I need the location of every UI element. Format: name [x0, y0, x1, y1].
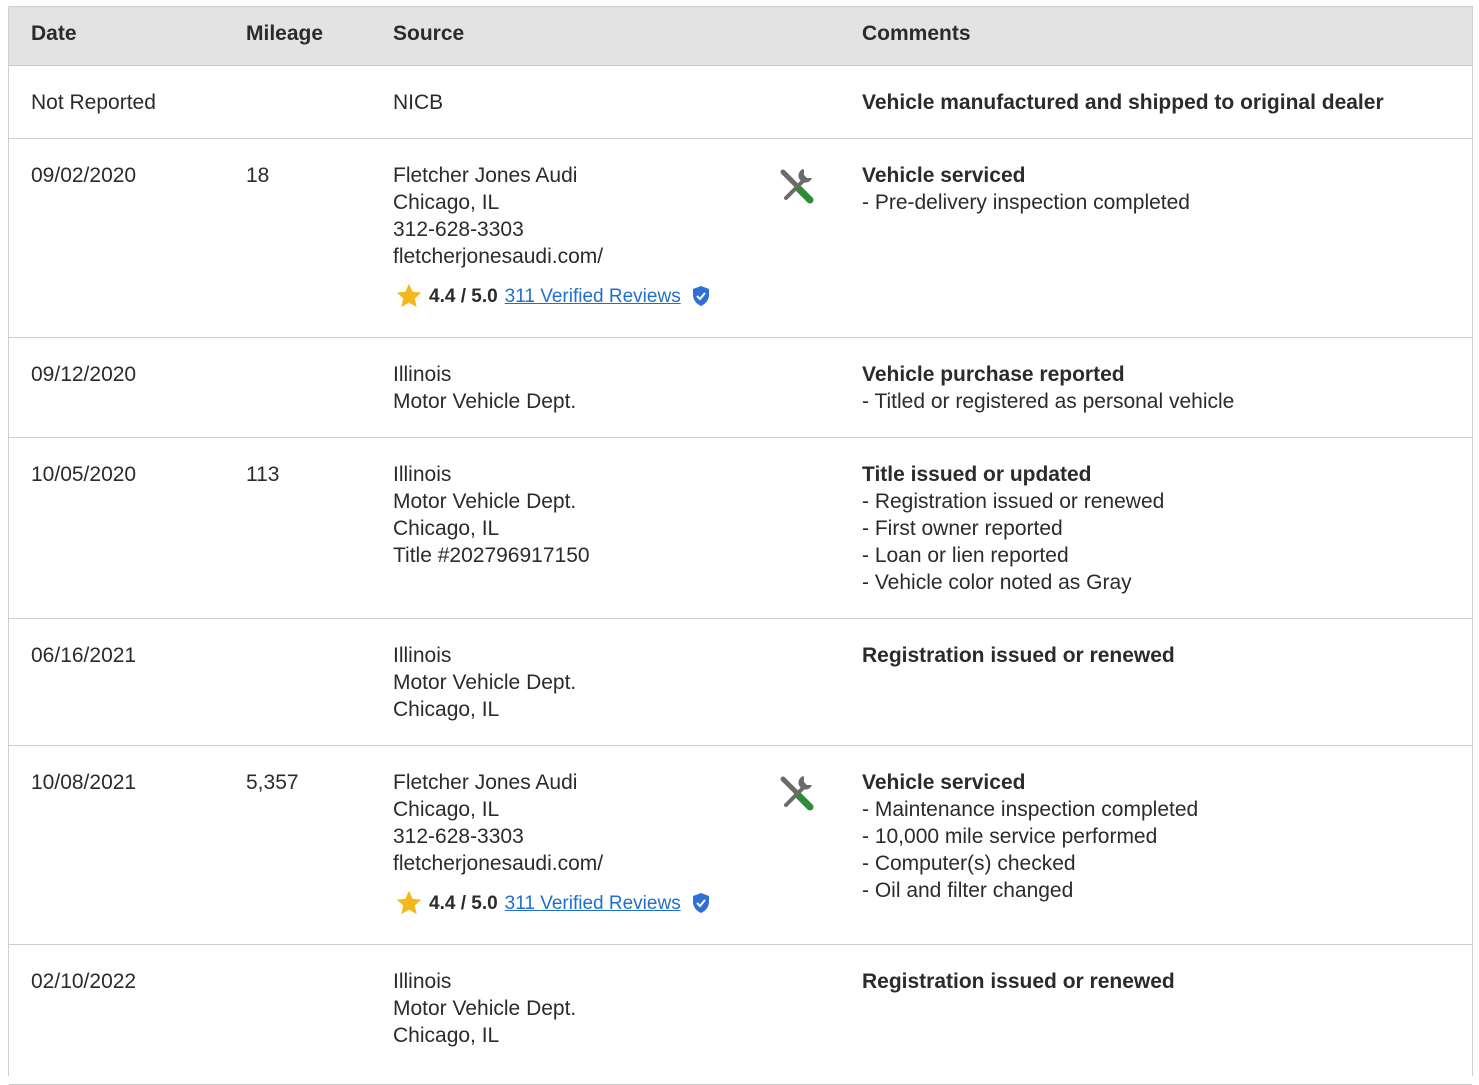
date-value: 06/16/2021 — [31, 644, 137, 667]
date-value: 10/08/2021 — [31, 771, 137, 794]
mileage-value: 5,357 — [246, 771, 299, 794]
date-cell: 09/12/2020 — [31, 361, 136, 388]
date-cell: Not Reported — [31, 89, 156, 116]
source-line: Chicago, IL — [393, 517, 500, 540]
comment-item: - Oil and filter changed — [862, 879, 1074, 902]
source-cell: Fletcher Jones Audi Chicago, IL 312-628-33… — [393, 769, 711, 917]
comment-item: - Loan or lien reported — [862, 544, 1069, 567]
date-value: Not Reported — [31, 91, 156, 114]
source-cell: Illinois Motor Vehicle Dept. — [393, 361, 576, 415]
comments-cell: Vehicle purchase reported - Titled or reg… — [862, 361, 1234, 415]
table-row: Not Reported NICB Vehicle manufactured and… — [9, 66, 1472, 139]
source-line: fletcherjonesaudi.com/ — [393, 852, 604, 875]
star-icon — [396, 890, 422, 915]
source-line: Motor Vehicle Dept. — [393, 997, 577, 1020]
comment-item: - Titled or registered as personal vehic… — [862, 390, 1235, 413]
source-line: 312-628-3303 — [393, 825, 524, 848]
rating-score: 4.4 / 5.0 — [429, 892, 498, 914]
date-value: 09/12/2020 — [31, 363, 137, 386]
verified-reviews-link[interactable]: 311 Verified Reviews — [505, 890, 681, 917]
verified-shield-icon — [692, 286, 709, 306]
date-cell: 10/08/2021 — [31, 769, 136, 796]
comments-cell: Title issued or updated - Registration is… — [862, 461, 1164, 596]
date-value: 02/10/2022 — [31, 970, 137, 993]
mileage-cell: 113 — [246, 461, 279, 488]
comments-cell: Vehicle serviced - Pre-delivery inspectio… — [862, 162, 1190, 216]
comments-cell: Registration issued or renewed — [862, 968, 1175, 995]
header-source: Source — [393, 22, 465, 45]
source-line: 312-628-3303 — [393, 218, 524, 241]
comment-title: Title issued or updated — [862, 463, 1092, 486]
source-cell: Illinois Motor Vehicle Dept. Chicago, IL Ti… — [393, 461, 590, 569]
comment-item: - First owner reported — [862, 517, 1063, 540]
source-cell: Fletcher Jones Audi Chicago, IL 312-628-33… — [393, 162, 711, 310]
source-line: Fletcher Jones Audi — [393, 164, 578, 187]
header-date: Date — [31, 22, 77, 45]
source-line: Chicago, IL — [393, 1024, 500, 1047]
table-row: 09/02/2020 18 Fletcher Jones Audi Chicago, … — [9, 139, 1472, 338]
comment-item: - Computer(s) checked — [862, 852, 1076, 875]
table-row: 10/05/2020 113 Illinois Motor Vehicle Dept.… — [9, 438, 1472, 619]
source-line: Motor Vehicle Dept. — [393, 390, 577, 413]
dealer-rating: 4.4 / 5.0 311 Verified Reviews — [393, 889, 711, 917]
source-cell: Illinois Motor Vehicle Dept. Chicago, IL — [393, 642, 576, 723]
comment-title: Vehicle manufactured and shipped to orig… — [862, 91, 1384, 114]
table-row: 06/16/2021 Illinois Motor Vehicle Dept. Chi… — [9, 619, 1472, 746]
source-line: Motor Vehicle Dept. — [393, 490, 577, 513]
source-line: NICB — [393, 91, 444, 114]
star-icon — [396, 283, 422, 308]
date-cell: 09/02/2020 — [31, 162, 136, 189]
header-mileage: Mileage — [246, 22, 324, 45]
source-line: Motor Vehicle Dept. — [393, 671, 577, 694]
comment-item: - Vehicle color noted as Gray — [862, 571, 1132, 594]
service-tools-icon — [780, 776, 814, 811]
comment-item: - Registration issued or renewed — [862, 490, 1165, 513]
source-cell: NICB — [393, 89, 443, 116]
source-line: Illinois — [393, 644, 452, 667]
comments-cell: Vehicle manufactured and shipped to orig… — [862, 89, 1384, 116]
mileage-value: 18 — [246, 164, 270, 187]
header-comments: Comments — [862, 22, 971, 45]
verified-shield-icon — [692, 893, 709, 913]
comment-title: Vehicle purchase reported — [862, 363, 1125, 386]
source-line: fletcherjonesaudi.com/ — [393, 245, 604, 268]
table-header: Date Mileage Source Comments — [9, 7, 1472, 66]
rating-score: 4.4 / 5.0 — [429, 285, 498, 307]
comment-item: - Pre-delivery inspection completed — [862, 191, 1190, 214]
comments-cell: Vehicle serviced - Maintenance inspection… — [862, 769, 1198, 904]
comment-title: Registration issued or renewed — [862, 970, 1175, 993]
comments-cell: Registration issued or renewed — [862, 642, 1175, 669]
comment-title: Vehicle serviced — [862, 771, 1026, 794]
source-line: Title #202796917150 — [393, 544, 590, 567]
source-line: Illinois — [393, 970, 452, 993]
mileage-cell: 5,357 — [246, 769, 299, 796]
comment-title: Vehicle serviced — [862, 164, 1026, 187]
table-row: 09/12/2020 Illinois Motor Vehicle Dept. Veh… — [9, 338, 1472, 438]
table-row: 02/10/2022 Illinois Motor Vehicle Dept. Chi… — [9, 945, 1472, 1085]
date-value: 09/02/2020 — [31, 164, 137, 187]
comment-item: - 10,000 mile service performed — [862, 825, 1158, 848]
source-line: Chicago, IL — [393, 191, 500, 214]
source-cell: Illinois Motor Vehicle Dept. Chicago, IL — [393, 968, 576, 1049]
comment-title: Registration issued or renewed — [862, 644, 1175, 667]
source-line: Chicago, IL — [393, 698, 500, 721]
source-line: Illinois — [393, 463, 452, 486]
vehicle-history-table: Date Mileage Source Comments Not Reporte… — [8, 6, 1473, 1085]
date-cell: 06/16/2021 — [31, 642, 136, 669]
dealer-rating: 4.4 / 5.0 311 Verified Reviews — [393, 282, 711, 310]
verified-reviews-link[interactable]: 311 Verified Reviews — [505, 283, 681, 310]
date-cell: 02/10/2022 — [31, 968, 136, 995]
date-cell: 10/05/2020 — [31, 461, 136, 488]
mileage-value: 113 — [246, 463, 280, 486]
mileage-cell: 18 — [246, 162, 269, 189]
service-tools-icon — [780, 169, 814, 204]
source-line: Illinois — [393, 363, 452, 386]
date-value: 10/05/2020 — [31, 463, 137, 486]
table-row: 10/08/2021 5,357 Fletcher Jones Audi Chicag… — [9, 746, 1472, 945]
comment-item: - Maintenance inspection completed — [862, 798, 1199, 821]
source-line: Chicago, IL — [393, 798, 500, 821]
source-line: Fletcher Jones Audi — [393, 771, 578, 794]
